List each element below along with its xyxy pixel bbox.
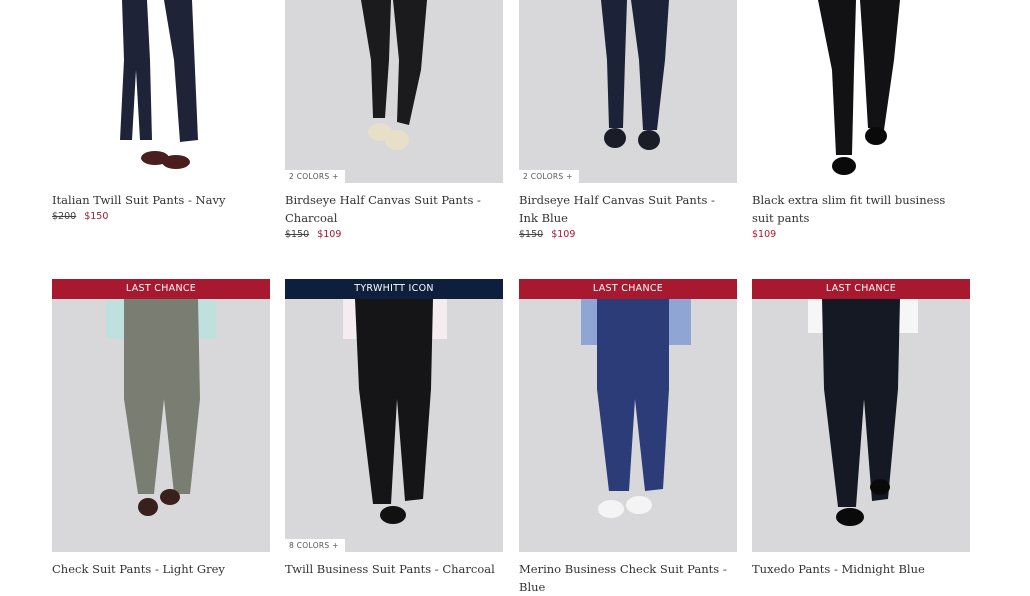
product-card[interactable]: LAST CHANCE Tuxedo Pants - Midnight Blue xyxy=(752,279,970,578)
product-title[interactable]: Italian Twill Suit Pants - Navy xyxy=(52,191,270,209)
product-card[interactable]: 2 COLORS + Birdseye Half Canvas Suit Pan… xyxy=(285,0,503,240)
product-card[interactable]: LAST CHANCE Check Suit Pants - Light Gre… xyxy=(52,279,270,578)
product-title[interactable]: Black extra slim fit twill business suit… xyxy=(752,191,970,227)
product-image[interactable]: LAST CHANCE xyxy=(519,279,737,552)
product-title[interactable]: Twill Business Suit Pants - Charcoal xyxy=(285,560,503,578)
product-image[interactable]: LAST CHANCE xyxy=(752,279,970,552)
product-price: $200 $150 xyxy=(52,211,270,222)
color-count[interactable]: 2 COLORS + xyxy=(285,170,345,183)
color-count[interactable]: 2 COLORS + xyxy=(519,170,579,183)
sale-price: $109 xyxy=(551,229,576,240)
product-image[interactable]: 2 COLORS + xyxy=(285,0,503,183)
product-image[interactable] xyxy=(752,0,970,183)
color-count[interactable]: 8 COLORS + xyxy=(285,539,345,552)
sale-price: $150 xyxy=(84,211,109,222)
product-price: $150 $109 xyxy=(285,229,503,240)
last-chance-badge: LAST CHANCE xyxy=(52,279,270,299)
sale-price: $109 xyxy=(752,229,777,240)
product-image[interactable] xyxy=(52,0,270,183)
product-title[interactable]: Merino Business Check Suit Pants - Blue xyxy=(519,560,737,596)
product-title[interactable]: Birdseye Half Canvas Suit Pants - Ink Bl… xyxy=(519,191,737,227)
product-image[interactable]: LAST CHANCE xyxy=(52,279,270,552)
tyrwhitt-icon-badge: TYRWHITT ICON xyxy=(285,279,503,299)
product-title[interactable]: Birdseye Half Canvas Suit Pants - Charco… xyxy=(285,191,503,227)
product-card[interactable]: Italian Twill Suit Pants - Navy $200 $150 xyxy=(52,0,270,222)
product-price: $109 xyxy=(752,229,970,240)
product-card[interactable]: Black extra slim fit twill business suit… xyxy=(752,0,970,240)
product-image[interactable]: TYRWHITT ICON 8 COLORS + xyxy=(285,279,503,552)
original-price: $150 xyxy=(519,229,544,240)
sale-price: $109 xyxy=(317,229,342,240)
product-image[interactable]: 2 COLORS + xyxy=(519,0,737,183)
last-chance-badge: LAST CHANCE xyxy=(519,279,737,299)
product-price: $150 $109 xyxy=(519,229,737,240)
product-card[interactable]: TYRWHITT ICON 8 COLORS + Twill Business … xyxy=(285,279,503,578)
product-card[interactable]: 2 COLORS + Birdseye Half Canvas Suit Pan… xyxy=(519,0,737,240)
original-price: $150 xyxy=(285,229,310,240)
last-chance-badge: LAST CHANCE xyxy=(752,279,970,299)
product-title[interactable]: Check Suit Pants - Light Grey xyxy=(52,560,270,578)
original-price: $200 xyxy=(52,211,77,222)
product-card[interactable]: LAST CHANCE Merino Business Check Suit P… xyxy=(519,279,737,596)
product-title[interactable]: Tuxedo Pants - Midnight Blue xyxy=(752,560,970,578)
